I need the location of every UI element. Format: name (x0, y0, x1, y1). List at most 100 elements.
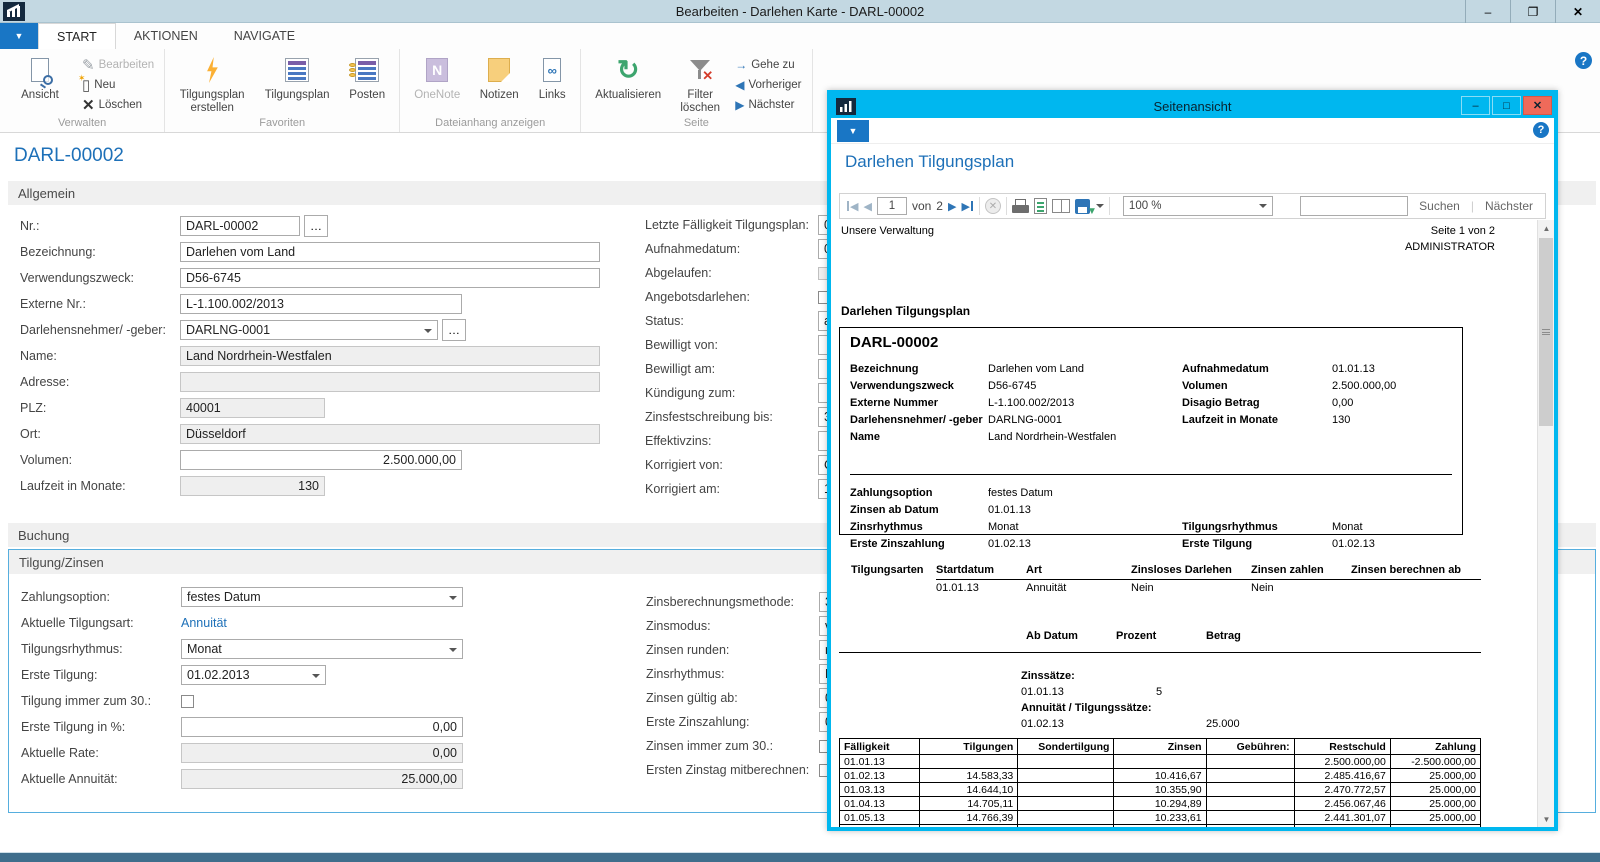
ort-input[interactable]: Düsseldorf (180, 424, 600, 444)
bezeichnung-input[interactable]: Darlehen vom Land (180, 242, 600, 262)
clear-filter-icon: ✕ (689, 58, 711, 82)
externe-nr-input[interactable]: L-1.100.002/2013 (180, 294, 462, 314)
chevron-down-icon (449, 648, 457, 652)
naechster-button[interactable]: ▶ Nächster (729, 95, 807, 115)
filter-loeschen-button[interactable]: ✕ Filter löschen (671, 51, 729, 116)
export-icon[interactable]: ▼ (1075, 199, 1104, 214)
tilgung-immer-zum-30-checkbox[interactable] (181, 695, 194, 708)
preview-close-button[interactable]: ✕ (1523, 96, 1552, 115)
tab-start[interactable]: START (38, 23, 116, 49)
restore-button[interactable]: ❐ (1510, 0, 1555, 23)
report-page-info: Seite 1 von 2 (1431, 225, 1495, 237)
verwendungszweck-input[interactable]: D56-6745 (180, 268, 600, 288)
volumen-input[interactable]: 2.500.000,00 (180, 450, 462, 470)
report-pair-row: Disagio Betrag0,00 (1182, 394, 1396, 411)
payment-table-body: 01.01.132.500.000,00-2.500.000,0001.02.1… (840, 755, 1481, 828)
page-number-input[interactable]: 1 (877, 197, 907, 215)
aktuelle-annuitaet-row: Aktuelle Annuität:25.000,00 (21, 766, 463, 792)
angebotsdarlehen-label: Angebotsdarlehen: (645, 290, 818, 304)
chevron-down-icon (424, 329, 432, 333)
preview-help-icon[interactable]: ? (1533, 122, 1549, 138)
name-label: Name: (20, 349, 180, 363)
aktuelle-tilgungsart-label: Aktuelle Tilgungsart: (21, 616, 181, 630)
app-menu-button[interactable]: ▼ (0, 23, 38, 49)
preview-app-menu-button[interactable]: ▼ (837, 120, 869, 142)
tilgung-immer-zum-30-row: Tilgung immer zum 30.: (21, 688, 463, 714)
cancel-rendering-icon[interactable]: ✕ (985, 198, 1001, 214)
scrollbar-thumb[interactable] (1539, 238, 1553, 426)
minimize-button[interactable]: – (1465, 0, 1510, 23)
laufzeit-in-monate-input[interactable]: 130 (180, 476, 325, 496)
scroll-up-icon[interactable]: ▲ (1538, 220, 1555, 236)
report-pair-row: Erste Zinszahlung01.02.13 (850, 535, 1053, 552)
ribbon-tab-row: ▼ START AKTIONEN NAVIGATE (0, 23, 1600, 49)
last-page-button[interactable]: ▶ (961, 200, 973, 213)
preview-minimize-button[interactable]: – (1461, 96, 1490, 115)
vorheriger-button[interactable]: ◀ Vorheriger (729, 75, 807, 95)
close-button[interactable]: ✕ (1555, 0, 1600, 23)
zahlungsoption-input[interactable]: festes Datum (181, 587, 463, 607)
window-bottom-edge (0, 852, 1600, 862)
page-setup-icon[interactable] (1052, 199, 1070, 213)
ansicht-button[interactable]: Ansicht (4, 51, 76, 116)
table-row: 01.02.1314.583,3310.416,672.485.416,6725… (840, 769, 1481, 783)
gehe-zu-button[interactable]: → Gehe zu (729, 55, 807, 75)
bewilligt-von-label: Bewilligt von: (645, 338, 818, 352)
aktuelle-rate-input[interactable]: 0,00 (181, 743, 463, 763)
print-icon[interactable] (1012, 199, 1029, 213)
nr-ellipsis-button[interactable]: … (304, 215, 328, 237)
name-input[interactable]: Land Nordrhein-Westfalen (180, 346, 600, 366)
preview-maximize-button[interactable]: □ (1492, 96, 1521, 115)
neu-button[interactable]: ▯✶ Neu (76, 75, 160, 95)
letzte-faelligkeit-tilgungsplan-label: Letzte Fälligkeit Tilgungsplan: (645, 218, 818, 232)
erste-tilgung-input[interactable]: 01.02.2013 (181, 665, 326, 685)
scroll-down-icon[interactable]: ▼ (1538, 811, 1555, 827)
table-cell: 10.172,09 (1114, 825, 1206, 828)
report-pair-row: BezeichnungDarlehen vom Land (850, 360, 1116, 377)
window-title: Bearbeiten - Darlehen Karte - DARL-00002 (0, 4, 1600, 19)
darlehensnehmer-geber-input[interactable]: DARLNG-0001 (180, 320, 438, 340)
find-button[interactable]: Suchen (1413, 199, 1466, 213)
tab-aktionen[interactable]: AKTIONEN (116, 23, 216, 49)
table-cell: 2.441.301,07 (1294, 811, 1390, 825)
tab-navigate[interactable]: NAVIGATE (216, 23, 313, 49)
table-row: 01.05.1314.766,3910.233,612.441.301,0725… (840, 811, 1481, 825)
adresse-input[interactable] (180, 372, 600, 392)
nr-row: Nr.:DARL-00002… (20, 213, 600, 239)
korrigiert-von-label: Korrigiert von: (645, 458, 818, 472)
plz-input[interactable]: 40001 (180, 398, 325, 418)
aktuelle-tilgungsart-link[interactable]: Annuität (181, 616, 227, 630)
aktualisieren-button[interactable]: ↻ Aktualisieren (585, 51, 671, 116)
next-arrow-icon: ▶ (735, 98, 744, 112)
report-pair-row: ZinsrhythmusMonat (850, 518, 1053, 535)
previous-arrow-icon: ◀ (735, 78, 744, 92)
search-input[interactable] (1300, 196, 1408, 216)
notizen-button[interactable]: Notizen (470, 51, 528, 116)
preview-scrollbar[interactable]: ▲ ▼ (1537, 220, 1554, 827)
darlehensnehmer-geber-ellipsis-button[interactable]: … (442, 319, 466, 341)
find-next-button[interactable]: Nächster (1479, 199, 1539, 213)
help-icon[interactable]: ? (1575, 52, 1592, 69)
table-cell (1018, 825, 1114, 828)
posten-button[interactable]: Posten (339, 51, 395, 116)
erste-tilgung-in-prozent-input[interactable]: 0,00 (181, 717, 463, 737)
tilgungsrhythmus-input[interactable]: Monat (181, 639, 463, 659)
first-page-button[interactable]: ◀ (846, 200, 858, 213)
tilgungsplan-erstellen-button[interactable]: Tilgungsplan erstellen (169, 51, 255, 116)
table-cell: 10.355,90 (1114, 783, 1206, 797)
aktuelle-annuitaet-input[interactable]: 25.000,00 (181, 769, 463, 789)
bearbeiten-button[interactable]: ✎ Bearbeiten (76, 55, 160, 75)
name-row: Name:Land Nordrhein-Westfalen (20, 343, 600, 369)
erste-tilgung-label: Erste Tilgung: (21, 668, 181, 682)
next-page-button[interactable]: ▶ (948, 200, 956, 213)
erste-zinszahlung-label: Erste Zinszahlung: (646, 715, 819, 729)
nr-input[interactable]: DARL-00002 (180, 216, 300, 236)
loeschen-button[interactable]: ✕ Löschen (76, 95, 160, 115)
previous-page-button[interactable]: ◀ (863, 200, 871, 213)
links-button[interactable]: ∞ Links (528, 51, 576, 116)
print-layout-icon[interactable] (1034, 198, 1047, 214)
zoom-select[interactable]: 100 % (1123, 196, 1273, 216)
preview-toolbar: ◀ ◀ 1 von 2 ▶ ▶ ✕ ▼ 100 % Suchen | Nächs… (839, 193, 1546, 219)
onenote-button[interactable]: N OneNote (404, 51, 470, 116)
tilgungsplan-button[interactable]: Tilgungsplan (255, 51, 339, 116)
